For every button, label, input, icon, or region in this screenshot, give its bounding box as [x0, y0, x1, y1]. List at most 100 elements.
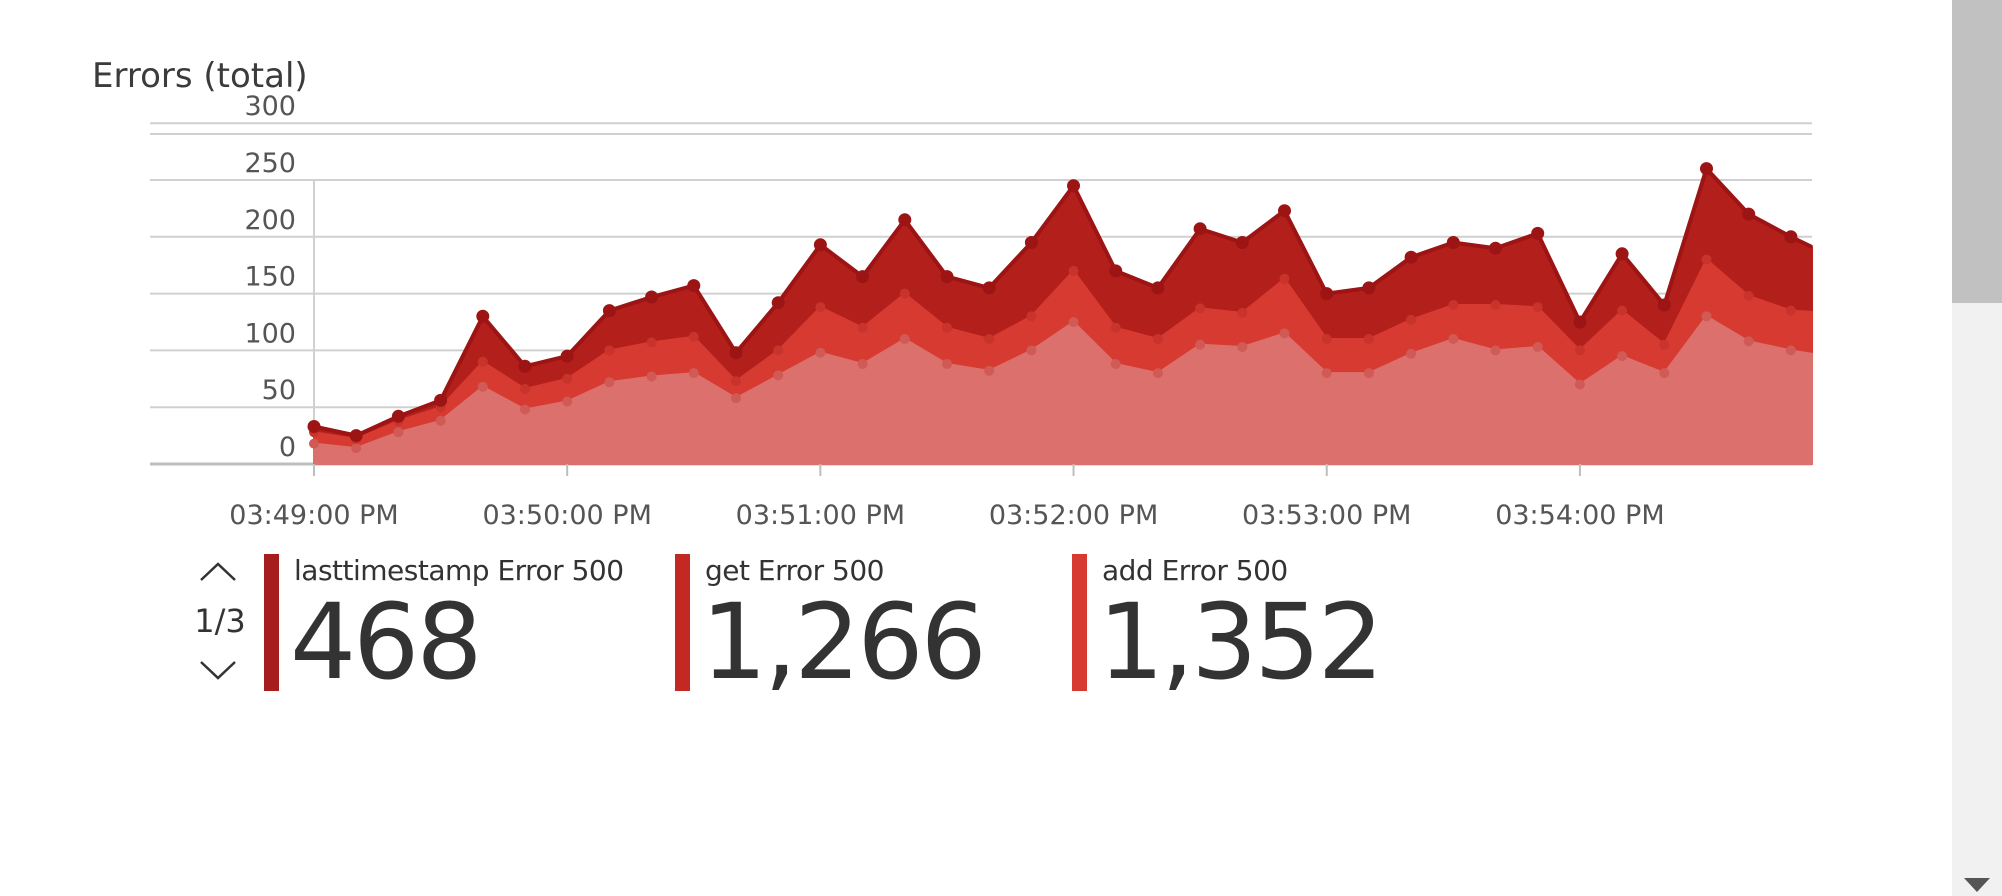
data-point: [1321, 368, 1332, 379]
data-point: [477, 356, 488, 367]
data-point: [1026, 345, 1037, 356]
data-point: [771, 296, 785, 310]
data-point: [1701, 311, 1712, 322]
y-tick-label: 100: [244, 318, 296, 349]
data-point: [1406, 314, 1417, 325]
data-point: [1743, 336, 1754, 347]
data-point: [1109, 264, 1123, 278]
data-point: [1279, 273, 1290, 284]
legend-color-swatch: [1072, 554, 1087, 691]
chevron-down-icon[interactable]: [198, 656, 238, 684]
data-point: [434, 393, 448, 407]
y-tick-label: 250: [244, 148, 296, 179]
data-point: [602, 304, 616, 318]
data-point: [815, 302, 826, 313]
scroll-down-arrow-icon[interactable]: [1964, 878, 1990, 892]
data-point: [562, 373, 573, 384]
legend-color-swatch: [675, 554, 690, 691]
data-point: [1574, 345, 1585, 356]
y-tick-label: 150: [244, 262, 296, 293]
data-point: [393, 427, 404, 438]
data-point: [1700, 162, 1713, 176]
data-point: [1068, 265, 1079, 276]
data-point: [307, 420, 321, 433]
data-point: [1659, 339, 1670, 350]
vertical-scrollbar[interactable]: [1952, 0, 2002, 896]
data-point: [1237, 342, 1248, 352]
y-tick-label: 0: [279, 432, 296, 463]
chevron-up-icon[interactable]: [198, 558, 238, 586]
x-tick-label: 03:51:00 PM: [736, 500, 905, 531]
data-point: [1406, 348, 1417, 359]
data-point: [687, 279, 701, 293]
data-point: [1785, 345, 1796, 356]
data-point: [731, 376, 741, 387]
data-point: [688, 368, 699, 379]
data-point: [1235, 236, 1249, 249]
data-point: [857, 322, 868, 333]
legend-series-total: 1,352: [1098, 581, 1384, 703]
data-point: [520, 384, 530, 394]
data-point: [1067, 179, 1080, 193]
data-point: [1195, 303, 1206, 314]
data-point: [899, 334, 910, 344]
data-point: [309, 438, 319, 449]
data-point: [815, 347, 826, 358]
legend-color-swatch: [264, 554, 279, 691]
data-point: [1024, 236, 1038, 249]
data-point: [982, 281, 996, 295]
y-tick-label: 50: [262, 375, 296, 406]
data-point: [1151, 281, 1165, 295]
data-point: [1152, 368, 1163, 379]
data-point: [1321, 334, 1332, 344]
data-point: [477, 381, 488, 392]
data-point: [1110, 322, 1121, 333]
data-point: [898, 213, 912, 227]
data-point: [1657, 298, 1671, 312]
data-point: [1659, 368, 1670, 379]
data-point: [1448, 300, 1459, 310]
data-point: [688, 331, 699, 342]
data-point: [1701, 254, 1712, 265]
legend-series-total: 468: [290, 581, 483, 703]
data-point: [1320, 287, 1334, 301]
data-point: [1742, 207, 1756, 221]
data-point: [1743, 290, 1754, 301]
data-point: [1110, 359, 1121, 369]
y-tick-label: 300: [244, 91, 296, 122]
data-point: [604, 345, 615, 356]
data-point: [1362, 281, 1376, 295]
data-point: [984, 334, 995, 344]
legend-pager: 1/3: [194, 558, 246, 684]
data-point: [1531, 226, 1545, 240]
data-point: [1615, 247, 1629, 261]
data-point: [1278, 204, 1291, 218]
data-point: [646, 371, 657, 382]
data-point: [476, 309, 490, 323]
data-point: [1026, 311, 1037, 322]
data-point: [604, 377, 615, 388]
x-tick-label: 03:50:00 PM: [482, 500, 651, 531]
data-point: [940, 270, 954, 284]
data-point: [1193, 222, 1207, 236]
x-tick-label: 03:54:00 PM: [1495, 500, 1664, 531]
data-point: [984, 365, 995, 376]
data-point: [1573, 315, 1587, 329]
data-point: [560, 349, 574, 363]
scrollbar-thumb[interactable]: [1952, 0, 2002, 303]
data-point: [942, 359, 952, 369]
data-point: [857, 359, 868, 369]
data-point: [646, 337, 657, 348]
data-point: [1784, 230, 1798, 244]
x-tick-label: 03:52:00 PM: [989, 500, 1158, 531]
data-point: [773, 370, 784, 381]
data-point: [1237, 307, 1248, 318]
data-point: [1532, 342, 1543, 352]
data-point: [729, 346, 743, 360]
data-point: [520, 404, 530, 415]
data-point: [645, 290, 659, 304]
y-tick-label: 200: [244, 205, 296, 236]
data-point: [1617, 305, 1628, 316]
data-point: [1446, 236, 1460, 249]
data-point: [1152, 334, 1163, 344]
